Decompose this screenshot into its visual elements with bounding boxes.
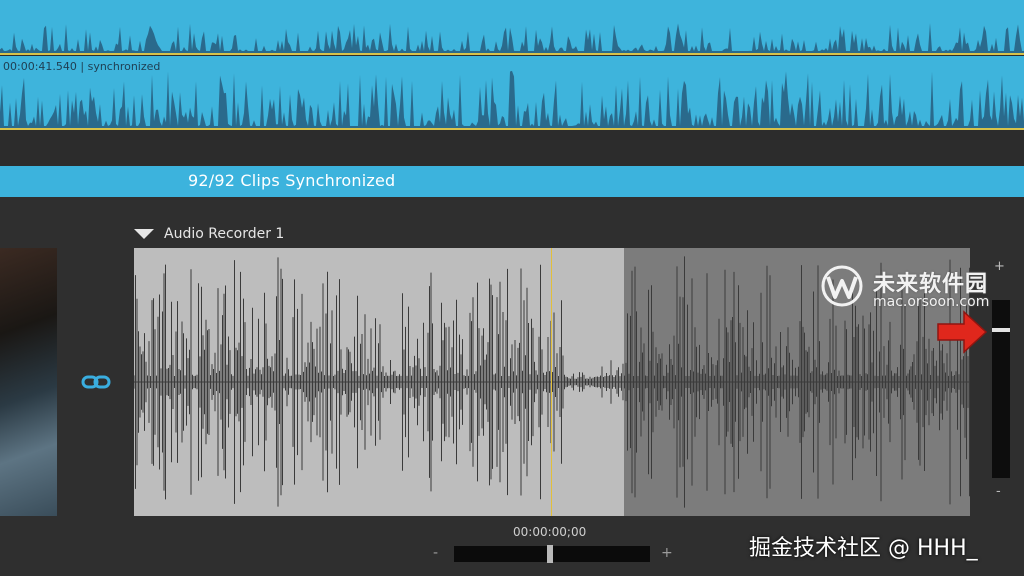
playhead[interactable] [551,248,552,516]
sync-status-banner [0,166,1024,197]
zoom-out-button[interactable]: - [433,545,438,561]
volume-minus-label: - [996,484,1001,499]
zoom-in-button[interactable]: + [661,545,673,561]
playhead-timecode: 00:00:00;00 [513,525,587,539]
disclosure-triangle-icon[interactable] [134,229,154,239]
watermark-logo [821,265,863,307]
clip-waveform [0,23,1024,53]
watermark-url: mac.orsoon.com [873,294,990,310]
sync-status-text: 92/92 Clips Synchronized [188,171,396,190]
clip-timecode-label: 00:00:41.540 | synchronized [3,60,161,73]
volume-slider-track[interactable] [992,300,1010,478]
recorder-name: Audio Recorder 1 [164,226,285,242]
volume-slider-handle[interactable] [992,328,1010,332]
video-thumbnail[interactable] [0,248,57,516]
recorder-header[interactable]: Audio Recorder 1 [134,224,284,244]
credit-watermark: 掘金技术社区 @ HHH_ [749,536,978,561]
clip-track-video[interactable] [0,0,1024,55]
zoom-slider-handle[interactable] [547,545,553,563]
red-arrow-annotation [937,310,988,354]
link-icon[interactable] [81,374,111,390]
volume-plus-label: + [994,259,1005,274]
